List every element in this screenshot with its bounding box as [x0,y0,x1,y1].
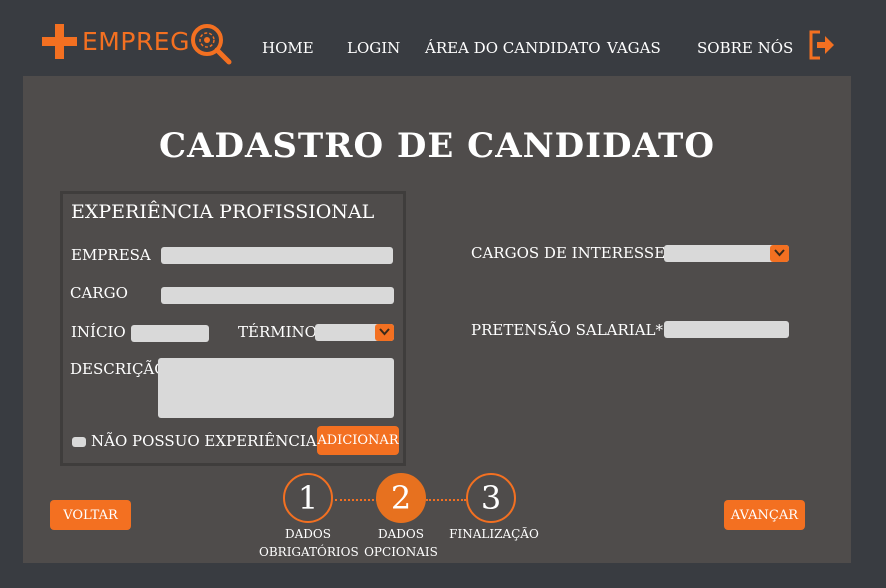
experience-section: EXPERIÊNCIA PROFISSIONAL EMPRESA CARGO I… [60,191,406,466]
registration-panel: CADASTRO DE CANDIDATO EXPERIÊNCIA PROFIS… [23,76,851,563]
chevron-down-icon[interactable] [770,245,789,262]
step-connector [426,499,466,501]
positions-label: CARGOS DE INTERESSE* [471,244,673,262]
step-3-label-line1: FINALIZAÇÃO [449,527,539,541]
nav-home[interactable]: HOME [262,39,314,57]
start-label: INÍCIO [71,323,126,341]
nav-login[interactable]: LOGIN [347,39,400,57]
brand-name: EMPREG [82,27,190,56]
company-label: EMPRESA [71,246,151,264]
step-3-label: FINALIZAÇÃO [447,525,541,543]
description-textarea[interactable] [158,358,394,418]
no-experience-label: NÃO POSSUO EXPERIÊNCIA [91,432,317,450]
magnifier-icon [191,24,232,65]
header: EMPREG HOME LOGIN ÁREA DO CANDIDATO VAGA… [0,0,886,76]
step-2[interactable]: 2 [376,473,426,523]
brand-logo[interactable]: EMPREG [42,22,232,66]
end-date-select[interactable] [315,324,394,341]
nav-about[interactable]: SOBRE NÓS [697,39,793,57]
company-input[interactable] [161,247,393,264]
step-2-label-line2: OPCIONAIS [364,545,438,559]
no-experience-checkbox[interactable] [72,437,86,447]
chevron-down-icon[interactable] [375,324,394,341]
next-button[interactable]: AVANÇAR [724,500,805,530]
step-2-label: DADOS OPCIONAIS [359,525,443,561]
back-button[interactable]: VOLTAR [50,500,131,530]
step-3[interactable]: 3 [466,473,516,523]
step-2-label-line1: DADOS [378,527,424,541]
salary-label: PRETENSÃO SALARIAL* [471,321,664,339]
page-title: CADASTRO DE CANDIDATO [159,126,715,166]
add-experience-button[interactable]: ADICIONAR [317,426,399,455]
positions-select[interactable] [664,245,789,262]
description-label: DESCRIÇÃO [70,360,167,378]
start-date-input[interactable] [131,325,209,342]
step-1-label: DADOS OBRIGATÓRIOS [259,525,359,561]
role-label: CARGO [70,284,128,302]
exit-icon[interactable] [808,29,836,61]
step-connector [335,499,378,501]
nav-jobs[interactable]: VAGAS [607,39,661,57]
step-1-label-line1: DADOS [285,527,331,541]
step-1[interactable]: 1 [283,473,333,523]
experience-title: EXPERIÊNCIA PROFISSIONAL [71,201,375,223]
role-input[interactable] [161,287,394,304]
plus-icon [42,24,77,59]
salary-input[interactable] [664,321,789,338]
end-label: TÉRMINO [238,323,317,341]
step-1-label-line2: OBRIGATÓRIOS [259,545,359,559]
nav-candidate-area[interactable]: ÁREA DO CANDIDATO [425,39,601,57]
